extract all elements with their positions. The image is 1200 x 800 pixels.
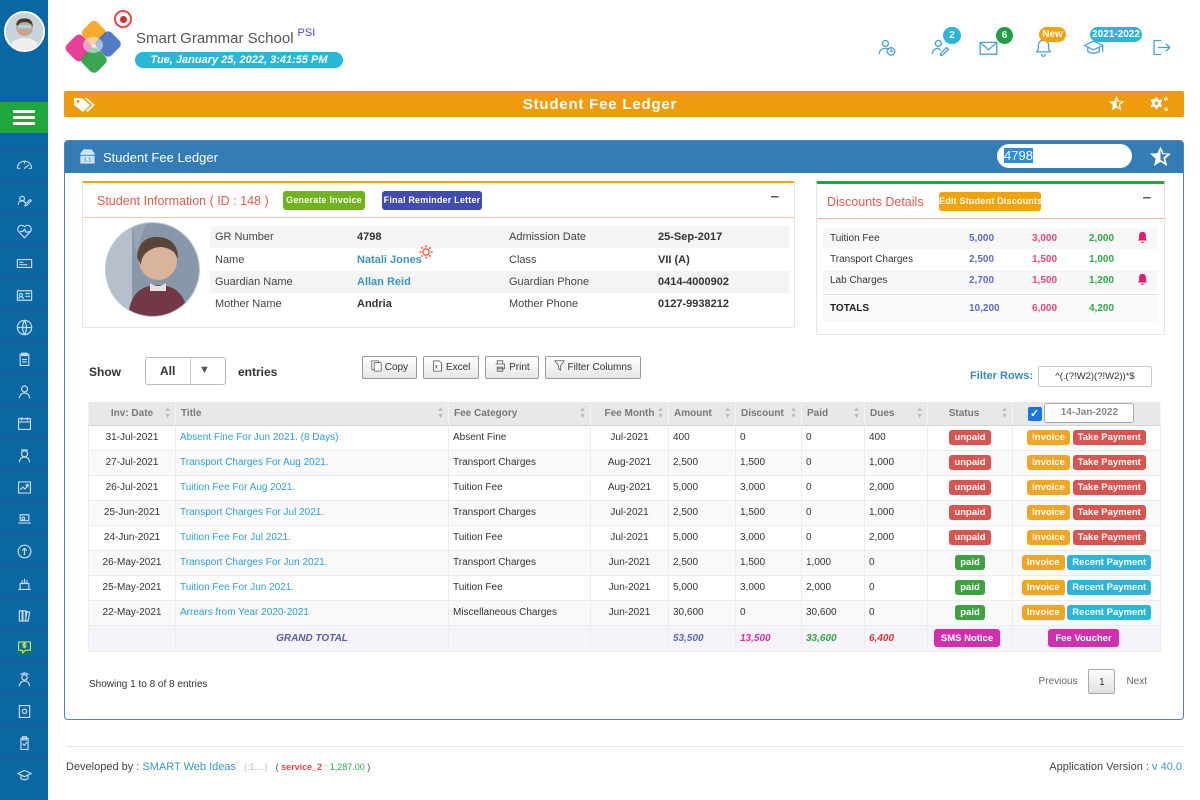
- svg-text:$: $: [86, 158, 89, 164]
